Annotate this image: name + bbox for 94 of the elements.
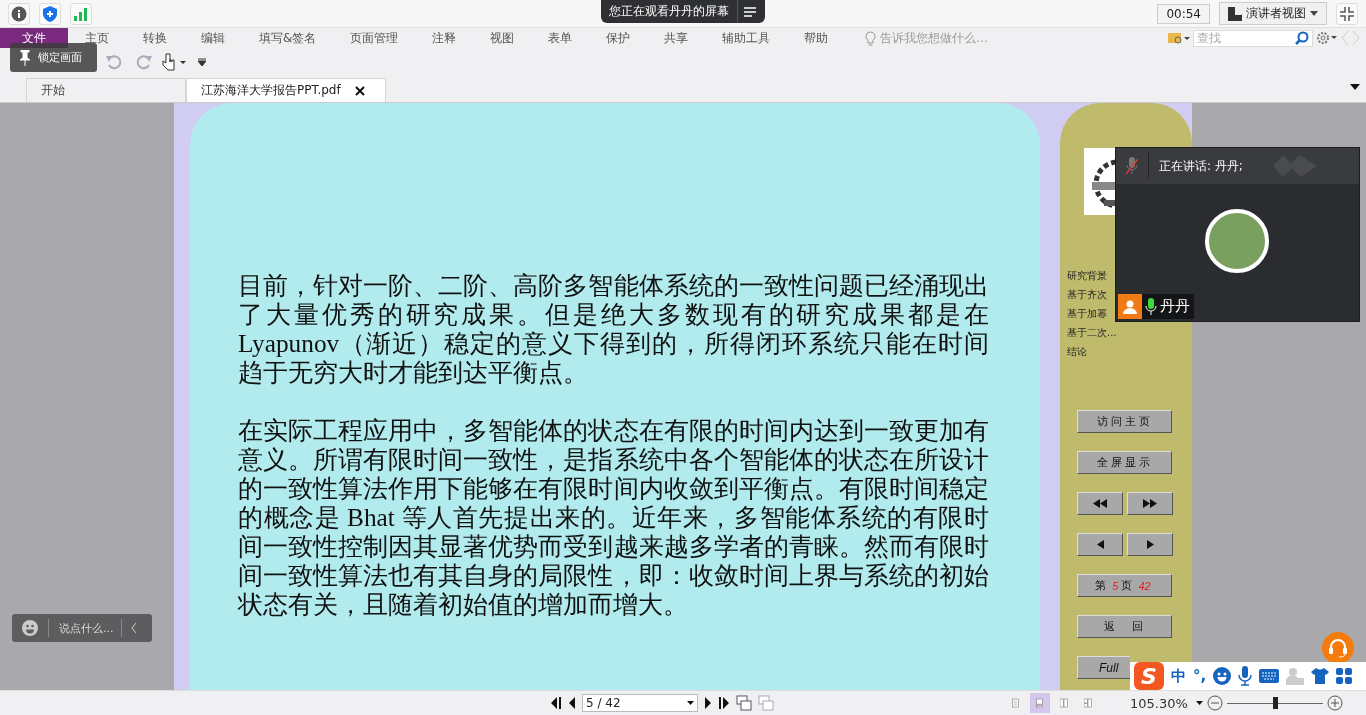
caret-icon	[1310, 11, 1318, 16]
slide-button[interactable]: 访问主页	[1077, 410, 1172, 433]
exit-fullscreen-button[interactable]	[1336, 2, 1358, 25]
slide-nav-link[interactable]: 基于齐次	[1067, 288, 1117, 301]
caret-icon[interactable]	[1350, 84, 1360, 90]
ime-punctuation[interactable]: °,	[1193, 667, 1207, 685]
page-number-field[interactable]: 5 / 42	[583, 695, 687, 711]
lock-screen-label: 锁定画面	[38, 50, 82, 65]
info-icon	[11, 5, 27, 22]
zoom-out-icon[interactable]	[1206, 695, 1223, 711]
chevron-left-icon[interactable]	[131, 623, 137, 633]
speaking-label: 正在讲话: 丹丹;	[1159, 157, 1243, 175]
signal-bars-icon	[74, 6, 88, 21]
gear-icon[interactable]	[1316, 31, 1338, 45]
tab-label: 开始	[41, 82, 65, 99]
overflow-icon[interactable]	[198, 57, 206, 67]
next-button[interactable]	[1127, 533, 1173, 556]
tab-label: 江苏海洋大学报告PPT.pdf	[201, 82, 341, 99]
close-icon[interactable]	[354, 85, 365, 96]
menu-item[interactable]: 页面管理	[333, 28, 416, 48]
slide-button[interactable]: 返 回	[1077, 615, 1172, 638]
microphone-icon[interactable]	[1238, 666, 1253, 686]
page-indicator[interactable]: 第 5 页 42	[1077, 574, 1172, 597]
previous-page-icon[interactable]	[568, 697, 576, 709]
menu-item[interactable]: 填写&签名	[242, 28, 334, 48]
document-tab[interactable]: 开始	[26, 78, 186, 102]
slide-button[interactable]: Full	[1077, 656, 1130, 679]
shirt-icon[interactable]	[1311, 668, 1330, 684]
pin-icon	[20, 49, 30, 66]
left-triangle-icon	[1096, 540, 1104, 549]
person-icon	[1123, 299, 1137, 314]
zoom-in-icon[interactable]	[1326, 695, 1343, 711]
slide-nav-link[interactable]: 研究背景	[1067, 269, 1117, 282]
security-button[interactable]	[39, 2, 61, 25]
smiley-icon[interactable]	[22, 620, 38, 636]
slide-nav-link[interactable]: 基于二次...	[1067, 326, 1117, 339]
fast-forward-button[interactable]	[1127, 492, 1173, 515]
slide-nav-link[interactable]: 基于加幂	[1067, 307, 1117, 320]
folder-search-icon[interactable]	[1168, 31, 1190, 45]
presenter-view-dropdown[interactable]: 演讲者视图	[1219, 2, 1327, 25]
menu-item[interactable]: 视图	[473, 28, 532, 48]
slide-paragraph: 在实际工程应用中，多智能体的状态在有限的时间内达到一致更加有意义。所谓有限时间一致性，是指系统中各个智能体的状态在所设计的一致性算法作用下能够在有限时间内收敛到平衡点。有限时间稳定的概念是 Bhat 等人首先提出来的。近年来，多智能体系统的有限时间一致性控制因其显著优势而受到越来越多学者的青睐。然而有限时间一致性算法也有其自身的局限性，即：收敛时间上界与系统的初始状态有关，且随着初始值的增加而增大。	[238, 416, 989, 619]
rewind-button[interactable]	[1077, 492, 1123, 515]
cover-page-icon	[1084, 696, 1092, 710]
grid-icon[interactable]	[1336, 668, 1353, 684]
previous-view-icon[interactable]	[736, 695, 752, 711]
previous-button[interactable]	[1077, 533, 1123, 556]
first-page-icon[interactable]	[550, 697, 562, 709]
zoom-slider-thumb[interactable]	[1272, 697, 1278, 709]
muted-microphone-icon[interactable]	[1126, 157, 1138, 175]
lightbulb-icon	[865, 30, 877, 46]
menu-icon[interactable]	[744, 6, 756, 17]
shield-icon	[43, 5, 57, 22]
participant-name: 丹丹	[1160, 297, 1190, 316]
ime-mode[interactable]: 中	[1171, 666, 1186, 686]
search-icon	[1295, 31, 1309, 45]
double-right-triangle-icon	[1143, 499, 1157, 508]
single-page-icon	[1012, 696, 1020, 710]
menu-item[interactable]: 表单	[531, 28, 590, 48]
continuous-page-icon	[1036, 696, 1044, 710]
keyboard-icon[interactable]	[1259, 668, 1280, 684]
slide-button[interactable]: 全屏显示	[1077, 451, 1172, 474]
menu-item[interactable]: 帮助	[787, 28, 846, 48]
page-view-button[interactable]	[1030, 693, 1050, 713]
menu-item[interactable]: 保护	[589, 28, 648, 48]
headset-icon	[1328, 638, 1348, 658]
info-button[interactable]	[8, 2, 30, 25]
slide-paragraph: 目前，针对一阶、二阶、高阶多智能体系统的一致性问题已经涌现出了大量优秀的研究成果。但是绝大多数现有的研究成果都是在 Lyapunov（渐近）稳定的意义下得到的，所得闭环系统只能在时间趋于无穷大时才能到达平衡点。	[238, 271, 989, 387]
zoom-level[interactable]: 105.30%	[1130, 695, 1188, 711]
layout-icon	[1228, 6, 1242, 21]
last-page-icon[interactable]	[718, 697, 730, 709]
hand-cursor-icon[interactable]	[162, 53, 188, 71]
next-page-icon[interactable]	[704, 697, 712, 709]
caret-icon[interactable]	[687, 701, 694, 705]
double-left-triangle-icon	[1093, 499, 1107, 508]
document-tab[interactable]: 江苏海洋大学报告PPT.pdf	[186, 78, 386, 102]
smiley-icon[interactable]	[1213, 667, 1232, 685]
menu-item[interactable]: 辅助工具	[705, 28, 788, 48]
slide-nav-link[interactable]: 结论	[1067, 345, 1117, 358]
timer-display: 00:54	[1157, 3, 1210, 24]
collapse-icon	[1340, 6, 1354, 21]
menu-item[interactable]: 转换	[126, 28, 184, 48]
caret-icon[interactable]	[1195, 701, 1203, 705]
menu-item[interactable]: 共享	[647, 28, 706, 48]
right-triangle-icon	[1146, 540, 1154, 549]
menu-item[interactable]: 编辑	[184, 28, 242, 48]
chat-input[interactable]: 说点什么...	[49, 621, 121, 635]
facing-page-icon	[1060, 696, 1068, 710]
avatar-photo-placeholder	[1205, 209, 1269, 273]
microphone-icon	[1145, 297, 1157, 316]
menu-item[interactable]: 注释	[415, 28, 474, 48]
lock-screen-tooltip[interactable]: 锁定画面	[10, 43, 97, 72]
page-number-dropdown[interactable]: 5 / 42	[582, 694, 698, 712]
screen-share-text: 您正在观看丹丹的屏幕	[608, 3, 730, 20]
